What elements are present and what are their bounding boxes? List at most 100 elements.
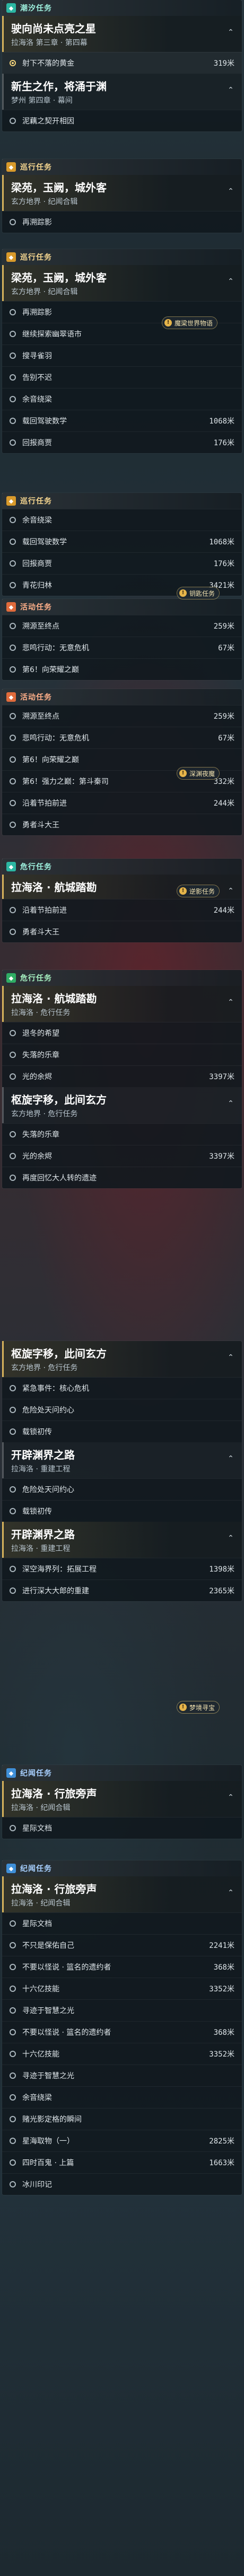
quest-step[interactable]: 星际文档 bbox=[2, 1912, 242, 1934]
quest-header[interactable]: 驶向尚未点亮之星 拉海洛 第三章 · 第四幕 ⌃ bbox=[2, 16, 242, 52]
quest-step[interactable]: 退冬的希望 bbox=[2, 1022, 242, 1044]
quest-step[interactable]: 失落的乐章 bbox=[2, 1123, 242, 1145]
step-label: 再溯踪影 bbox=[22, 218, 52, 227]
quest-step[interactable]: 星际文档 bbox=[2, 1817, 242, 1839]
step-marker-icon bbox=[10, 2051, 16, 2057]
quest-step[interactable]: 载回驾驶数学 1068米 bbox=[2, 410, 242, 431]
category-header[interactable]: ◆ 纪闻任务 bbox=[2, 1765, 242, 1781]
step-label: 星际文档 bbox=[22, 1920, 52, 1928]
quest-header[interactable]: 开辟渊界之路 拉海洛 · 重建工程 ⌃ bbox=[2, 1522, 242, 1558]
chevron-up-icon[interactable]: ⌃ bbox=[226, 1533, 236, 1543]
category-label: 纪闻任务 bbox=[20, 1769, 52, 1778]
chevron-up-icon[interactable]: ⌃ bbox=[226, 187, 236, 196]
quest-step[interactable]: 沿着节拍前进 244米 bbox=[2, 899, 242, 921]
quest-step[interactable]: 悲鸣行动：无意危机 67米 bbox=[2, 727, 242, 748]
chevron-up-icon[interactable]: ⌃ bbox=[226, 28, 236, 37]
step-marker-icon bbox=[10, 1030, 16, 1036]
quest-step[interactable]: 载锁初传 bbox=[2, 1421, 242, 1442]
chevron-up-icon[interactable]: ⌃ bbox=[226, 277, 236, 286]
quest-step[interactable]: 载回驾驶数学 1068米 bbox=[2, 531, 242, 552]
chevron-up-icon[interactable]: ⌃ bbox=[226, 1793, 236, 1802]
quest-step[interactable]: 余音绕梁 bbox=[2, 388, 242, 410]
chevron-up-icon[interactable]: ⌃ bbox=[226, 85, 236, 95]
quest-step[interactable]: 深空海界列：拓展工程 1398米 bbox=[2, 1558, 242, 1580]
quest-header[interactable]: 梁苑，玉阙，城外客 玄方地界 · 纪闻合辑 ⌃ bbox=[2, 175, 242, 211]
quest-step[interactable]: 第6！向荣耀之巅 bbox=[2, 658, 242, 680]
quest-step[interactable]: 光的余烬 3397米 bbox=[2, 1065, 242, 1087]
step-label: 余音绕梁 bbox=[22, 2094, 52, 2102]
quest-header[interactable]: 新生之作，将涌于渊 梦州 第四章 · 幕间 ⌃ bbox=[2, 74, 242, 110]
quest-step[interactable]: 紧急事件：核心危机 bbox=[2, 1377, 242, 1399]
quest-step[interactable]: 危险处天问约心 bbox=[2, 1399, 242, 1421]
quest-step[interactable]: 射下不落的黄金 319米 bbox=[2, 52, 242, 74]
quest-step[interactable]: 危险处天问约心 bbox=[2, 1478, 242, 1500]
quest-step[interactable]: 回报商贾 176米 bbox=[2, 431, 242, 453]
map-marker-tag[interactable]: ! 逆影任务 bbox=[177, 885, 220, 897]
quest-step[interactable]: 不只是保佑自己 2241米 bbox=[2, 1934, 242, 1956]
quest-step[interactable]: 搜寻雀羽 bbox=[2, 345, 242, 366]
quest-tracker: ◆ 潮汐任务 驶向尚未点亮之星 拉海洛 第三章 · 第四幕 ⌃ 射下不落的黄金 319米 新生… bbox=[0, 0, 244, 2576]
map-marker-tag[interactable]: ! 魔梁世界物语 bbox=[162, 317, 217, 329]
quest-step[interactable]: 勇者斗大王 bbox=[2, 814, 242, 835]
quest-step[interactable]: 寻迹于智慧之光 bbox=[2, 2065, 242, 2086]
step-label: 第6！向荣耀之巅 bbox=[22, 666, 79, 674]
quest-step[interactable]: 回报商贾 176米 bbox=[2, 552, 242, 574]
quest-header[interactable]: 枢旋字移，此间玄方 玄方地界 · 危行任务 ⌃ bbox=[2, 1087, 242, 1123]
category-label: 活动任务 bbox=[20, 603, 52, 612]
quest-step[interactable]: 再溯踪影 bbox=[2, 211, 242, 233]
step-marker-icon bbox=[10, 1825, 16, 1831]
quest-header[interactable]: 拉海洛 · 行旅旁声 拉海洛 · 纪闻合辑 ⌃ bbox=[2, 1876, 242, 1912]
category-header[interactable]: ◆ 巡行任务 bbox=[2, 249, 242, 265]
category-header[interactable]: ◆ 活动任务 bbox=[2, 599, 242, 615]
chevron-up-icon[interactable]: ⌃ bbox=[226, 1099, 236, 1108]
quest-step[interactable]: 寻迹于智慧之光 bbox=[2, 1999, 242, 2021]
quest-step[interactable]: 光的余烬 3397米 bbox=[2, 1145, 242, 1167]
chevron-up-icon[interactable]: ⌃ bbox=[226, 886, 236, 896]
quest-step[interactable]: 冰川印记 bbox=[2, 2173, 242, 2195]
chevron-up-icon[interactable]: ⌃ bbox=[226, 1353, 236, 1362]
quest-header[interactable]: 拉海洛 · 航城踏勘 拉海洛 · 危行任务 ⌃ bbox=[2, 986, 242, 1022]
category-header[interactable]: ◆ 潮汐任务 bbox=[2, 0, 242, 16]
chevron-up-icon[interactable]: ⌃ bbox=[226, 998, 236, 1007]
quest-step[interactable]: 星海取物（一） 2825米 bbox=[2, 2130, 242, 2151]
quest-step[interactable]: 进行深大大郎的重建 2365米 bbox=[2, 1580, 242, 1601]
quest-step[interactable]: 第6！向荣耀之巅 bbox=[2, 748, 242, 770]
chevron-up-icon[interactable]: ⌃ bbox=[226, 1454, 236, 1463]
category-header[interactable]: ◆ 危行任务 bbox=[2, 970, 242, 986]
category-header[interactable]: ◆ 危行任务 bbox=[2, 859, 242, 875]
quest-step[interactable]: 溯源至终点 259米 bbox=[2, 615, 242, 637]
map-marker-tag[interactable]: ! 钥匙任务 bbox=[177, 587, 220, 599]
quest-step[interactable]: 勇者斗大王 bbox=[2, 921, 242, 942]
step-marker-icon bbox=[10, 2007, 16, 2014]
map-marker-tag[interactable]: ! 深渊夜魔 bbox=[177, 767, 220, 779]
quest-step[interactable]: 余音绕梁 bbox=[2, 2086, 242, 2108]
step-marker-icon bbox=[10, 309, 16, 315]
quest-step[interactable]: 再度回忆大人转的遗迹 bbox=[2, 1167, 242, 1188]
category-header[interactable]: ◆ 巡行任务 bbox=[2, 159, 242, 175]
quest-step[interactable]: 不要以怪说 · 篮名的遗约者 368米 bbox=[2, 1956, 242, 1978]
quest-header[interactable]: 拉海洛 · 行旅旁声 拉海洛 · 纪闻合辑 ⌃ bbox=[2, 1781, 242, 1817]
quest-step[interactable]: 赌光影定格的瞬间 bbox=[2, 2108, 242, 2130]
quest-header[interactable]: 枢旋字移，此间玄方 玄方地界 · 危行任务 ⌃ bbox=[2, 1341, 242, 1377]
map-marker-tag[interactable]: ! 梦境寻宝 bbox=[177, 1701, 220, 1713]
quest-step[interactable]: 十六亿技能 3352米 bbox=[2, 1978, 242, 1999]
quest-step[interactable]: 溯源至终点 259米 bbox=[2, 705, 242, 727]
quest-step[interactable]: 十六亿技能 3352米 bbox=[2, 2043, 242, 2065]
quest-step[interactable]: 悲鸣行动：无意危机 67米 bbox=[2, 637, 242, 658]
quest-step[interactable]: 泥藕之契开相因 bbox=[2, 110, 242, 131]
quest-header[interactable]: 梁苑，玉阙，城外客 玄方地界 · 纪闻合辑 ⌃ bbox=[2, 265, 242, 301]
quest-step[interactable]: 四时百鬼 · 上篇 1663米 bbox=[2, 2151, 242, 2173]
quest-step[interactable]: 失落的乐章 bbox=[2, 1044, 242, 1065]
quest-title: 枢旋字移，此间玄方 bbox=[11, 1347, 107, 1360]
quest-step[interactable]: 告别不迟 bbox=[2, 366, 242, 388]
quest-header[interactable]: 开辟渊界之路 拉海洛 · 重建工程 ⌃ bbox=[2, 1442, 242, 1478]
category-header[interactable]: ◆ 巡行任务 bbox=[2, 493, 242, 509]
quest-step[interactable]: 载锁初传 bbox=[2, 1500, 242, 1522]
category-header[interactable]: ◆ 纪闻任务 bbox=[2, 1860, 242, 1876]
step-marker-icon bbox=[10, 1920, 16, 1927]
quest-step[interactable]: 余音绕梁 bbox=[2, 509, 242, 531]
quest-step[interactable]: 沿着节拍前进 244米 bbox=[2, 792, 242, 814]
chevron-up-icon[interactable]: ⌃ bbox=[226, 1888, 236, 1898]
quest-step[interactable]: 不要以怪说 · 篮名的遗约者 368米 bbox=[2, 2021, 242, 2043]
category-header[interactable]: ◆ 活动任务 bbox=[2, 689, 242, 705]
